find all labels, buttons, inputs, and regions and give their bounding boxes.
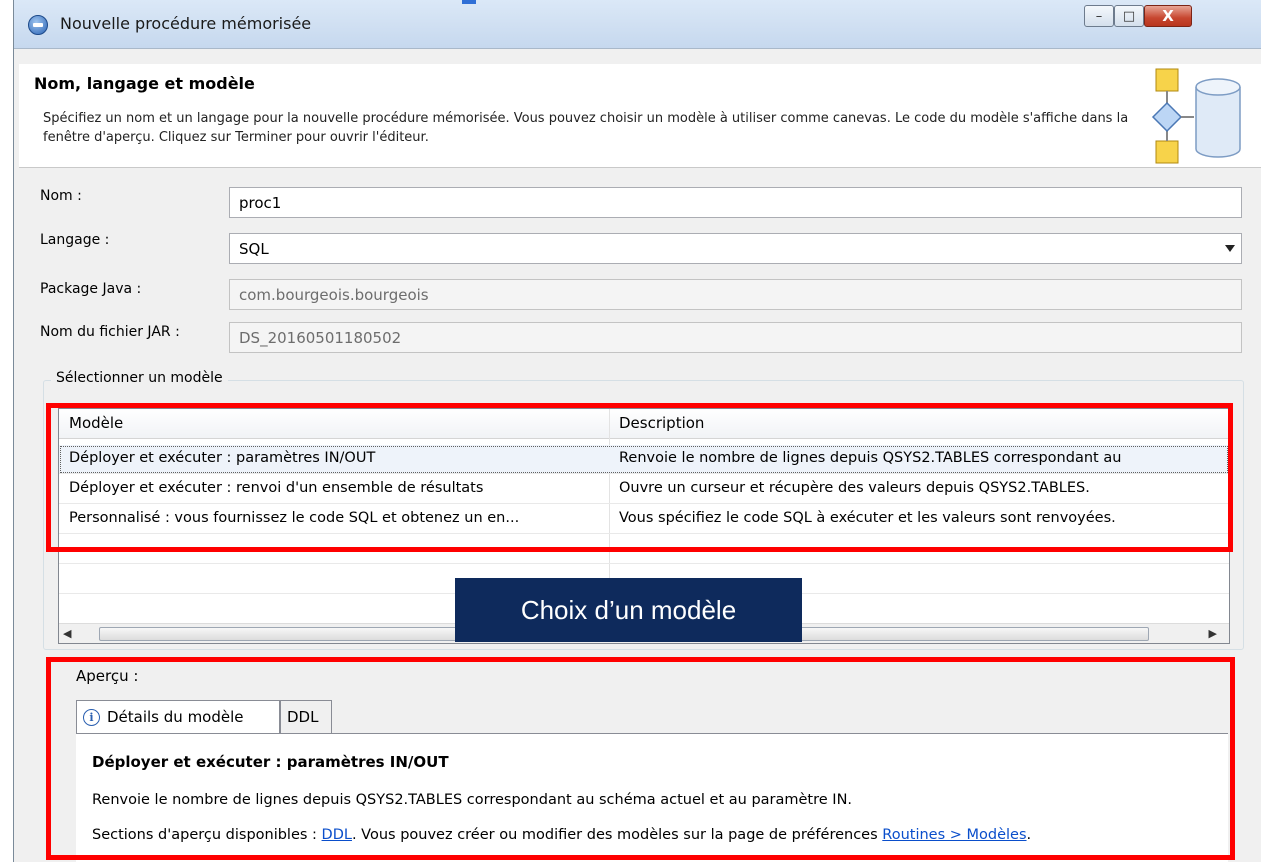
title-bar[interactable]: Nouvelle procédure mémorisée – □ X xyxy=(14,0,1261,49)
minimize-icon: – xyxy=(1095,8,1103,24)
app-icon xyxy=(28,15,48,35)
stored-procedure-wizard-icon xyxy=(1151,68,1241,164)
maximize-icon: □ xyxy=(1122,8,1136,24)
java-package-value: com.bourgeois.bourgeois xyxy=(239,285,429,304)
java-package-label: Package Java : xyxy=(40,281,142,297)
jar-value: DS_20160501180502 xyxy=(239,328,402,347)
wizard-header: Nom, langage et modèle Spécifiez un nom … xyxy=(19,64,1261,168)
decorative-accent xyxy=(462,0,476,4)
close-icon: X xyxy=(1162,7,1174,25)
scroll-left-icon[interactable]: ◀ xyxy=(63,627,71,640)
language-select[interactable]: SQL xyxy=(229,233,1242,264)
name-label: Nom : xyxy=(40,188,82,204)
chevron-down-icon xyxy=(1225,245,1235,252)
callout-label: Choix d’un modèle xyxy=(455,578,802,642)
java-package-input: com.bourgeois.bourgeois xyxy=(229,279,1242,310)
page-description: Spécifiez un nom et un langage pour la n… xyxy=(43,111,1129,145)
name-input[interactable]: proc1 xyxy=(229,187,1242,218)
language-label: Langage : xyxy=(40,232,110,248)
template-group-label: Sélectionner un modèle xyxy=(51,370,228,386)
scroll-right-icon[interactable]: ▶ xyxy=(1209,627,1217,640)
close-button[interactable]: X xyxy=(1144,5,1192,27)
highlight-preview xyxy=(46,657,1235,860)
window-title: Nouvelle procédure mémorisée xyxy=(60,14,312,33)
maximize-button[interactable]: □ xyxy=(1114,5,1144,27)
jar-input: DS_20160501180502 xyxy=(229,322,1242,353)
jar-label: Nom du fichier JAR : xyxy=(40,324,180,340)
minimize-button[interactable]: – xyxy=(1084,5,1114,27)
highlight-template-table xyxy=(46,403,1233,552)
page-title: Nom, langage et modèle xyxy=(34,74,255,93)
name-input-value: proc1 xyxy=(239,193,282,212)
language-select-value: SQL xyxy=(239,239,269,258)
